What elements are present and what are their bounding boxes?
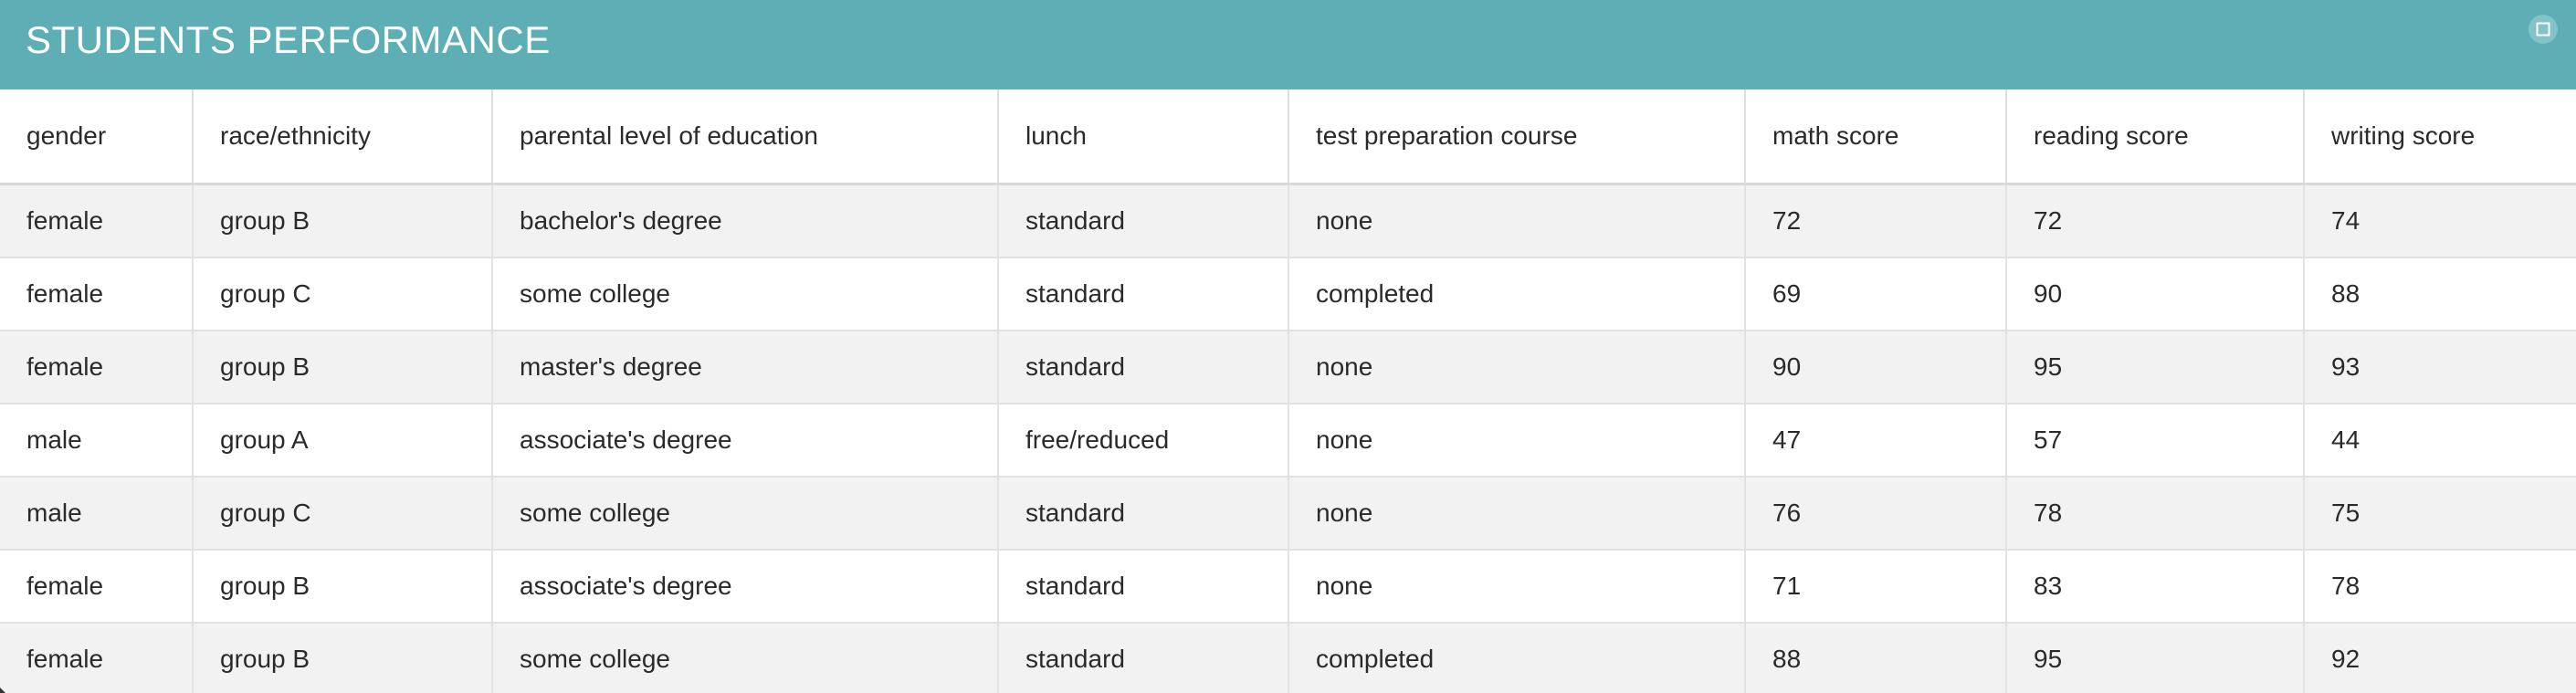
data-table-container[interactable]: gender race/ethnicity parental level of … bbox=[0, 89, 2576, 693]
cell-lunch: standard bbox=[998, 331, 1289, 404]
cell-test-preparation: completed bbox=[1288, 257, 1746, 331]
cell-gender: female bbox=[0, 550, 194, 624]
cell-parental-education: some college bbox=[492, 257, 999, 331]
cell-parental-education: master's degree bbox=[492, 331, 999, 404]
cell-lunch: standard bbox=[998, 257, 1289, 331]
table-body: female group B bachelor's degree standar… bbox=[0, 184, 2576, 693]
column-header-test-preparation[interactable]: test preparation course bbox=[1288, 89, 1746, 185]
cell-reading-score: 95 bbox=[2006, 623, 2305, 693]
cell-parental-education: some college bbox=[492, 477, 999, 551]
column-header-reading-score[interactable]: reading score bbox=[2006, 89, 2305, 185]
table-row[interactable]: female group C some college standard com… bbox=[0, 257, 2576, 331]
column-header-parental-education[interactable]: parental level of education bbox=[492, 89, 999, 185]
cell-parental-education: bachelor's degree bbox=[492, 184, 999, 258]
cell-race-ethnicity: group A bbox=[193, 404, 493, 478]
cell-writing-score: 88 bbox=[2304, 257, 2576, 331]
cell-reading-score: 78 bbox=[2006, 477, 2305, 551]
cell-writing-score: 75 bbox=[2304, 477, 2576, 551]
cell-lunch: free/reduced bbox=[998, 404, 1289, 478]
cell-math-score: 69 bbox=[1745, 257, 2007, 331]
cell-reading-score: 83 bbox=[2006, 550, 2305, 624]
cell-lunch: standard bbox=[998, 550, 1289, 624]
cell-reading-score: 57 bbox=[2006, 404, 2305, 478]
cell-math-score: 76 bbox=[1745, 477, 2007, 551]
cell-parental-education: associate's degree bbox=[492, 550, 999, 624]
cell-writing-score: 93 bbox=[2304, 331, 2576, 404]
cell-test-preparation: none bbox=[1288, 550, 1746, 624]
cell-lunch: standard bbox=[998, 477, 1289, 551]
header-row: gender race/ethnicity parental level of … bbox=[0, 89, 2576, 185]
cell-writing-score: 44 bbox=[2304, 404, 2576, 478]
cell-reading-score: 72 bbox=[2006, 184, 2305, 258]
cell-lunch: standard bbox=[998, 623, 1289, 693]
cell-math-score: 72 bbox=[1745, 184, 2007, 258]
cell-gender: male bbox=[0, 404, 194, 478]
cell-writing-score: 74 bbox=[2304, 184, 2576, 258]
cell-parental-education: some college bbox=[492, 623, 999, 693]
maximize-button[interactable] bbox=[2529, 15, 2558, 44]
cell-reading-score: 90 bbox=[2006, 257, 2305, 331]
table-row[interactable]: female group B bachelor's degree standar… bbox=[0, 184, 2576, 258]
students-table: gender race/ethnicity parental level of … bbox=[0, 89, 2576, 693]
cell-parental-education: associate's degree bbox=[492, 404, 999, 478]
table-row[interactable]: female group B some college standard com… bbox=[0, 623, 2576, 693]
cell-gender: female bbox=[0, 257, 194, 331]
cell-math-score: 88 bbox=[1745, 623, 2007, 693]
cell-math-score: 47 bbox=[1745, 404, 2007, 478]
table-row[interactable]: female group B associate's degree standa… bbox=[0, 550, 2576, 624]
students-performance-window: STUDENTS PERFORMANCE gender race/ethnici… bbox=[0, 0, 2576, 693]
cell-gender: female bbox=[0, 623, 194, 693]
cell-test-preparation: none bbox=[1288, 331, 1746, 404]
title-bar: STUDENTS PERFORMANCE bbox=[0, 0, 2576, 89]
maximize-icon bbox=[2536, 22, 2550, 37]
column-header-gender[interactable]: gender bbox=[0, 89, 194, 185]
table-header: gender race/ethnicity parental level of … bbox=[0, 89, 2576, 185]
column-header-math-score[interactable]: math score bbox=[1745, 89, 2007, 185]
cell-test-preparation: none bbox=[1288, 404, 1746, 478]
cell-gender: female bbox=[0, 331, 194, 404]
cell-math-score: 90 bbox=[1745, 331, 2007, 404]
cell-writing-score: 78 bbox=[2304, 550, 2576, 624]
cell-race-ethnicity: group B bbox=[193, 550, 493, 624]
cell-race-ethnicity: group B bbox=[193, 331, 493, 404]
cell-math-score: 71 bbox=[1745, 550, 2007, 624]
cell-writing-score: 92 bbox=[2304, 623, 2576, 693]
column-header-race-ethnicity[interactable]: race/ethnicity bbox=[193, 89, 493, 185]
cell-gender: female bbox=[0, 184, 194, 258]
resize-corner-indicator bbox=[0, 688, 5, 693]
cell-reading-score: 95 bbox=[2006, 331, 2305, 404]
cell-test-preparation: none bbox=[1288, 477, 1746, 551]
column-header-writing-score[interactable]: writing score bbox=[2304, 89, 2576, 185]
cell-race-ethnicity: group C bbox=[193, 477, 493, 551]
table-row[interactable]: female group B master's degree standard … bbox=[0, 331, 2576, 404]
cell-race-ethnicity: group C bbox=[193, 257, 493, 331]
table-row[interactable]: male group A associate's degree free/red… bbox=[0, 404, 2576, 478]
cell-race-ethnicity: group B bbox=[193, 623, 493, 693]
column-header-lunch[interactable]: lunch bbox=[998, 89, 1289, 185]
cell-gender: male bbox=[0, 477, 194, 551]
cell-test-preparation: completed bbox=[1288, 623, 1746, 693]
cell-lunch: standard bbox=[998, 184, 1289, 258]
cell-race-ethnicity: group B bbox=[193, 184, 493, 258]
window-title: STUDENTS PERFORMANCE bbox=[26, 18, 551, 61]
cell-test-preparation: none bbox=[1288, 184, 1746, 258]
table-row[interactable]: male group C some college standard none … bbox=[0, 477, 2576, 551]
